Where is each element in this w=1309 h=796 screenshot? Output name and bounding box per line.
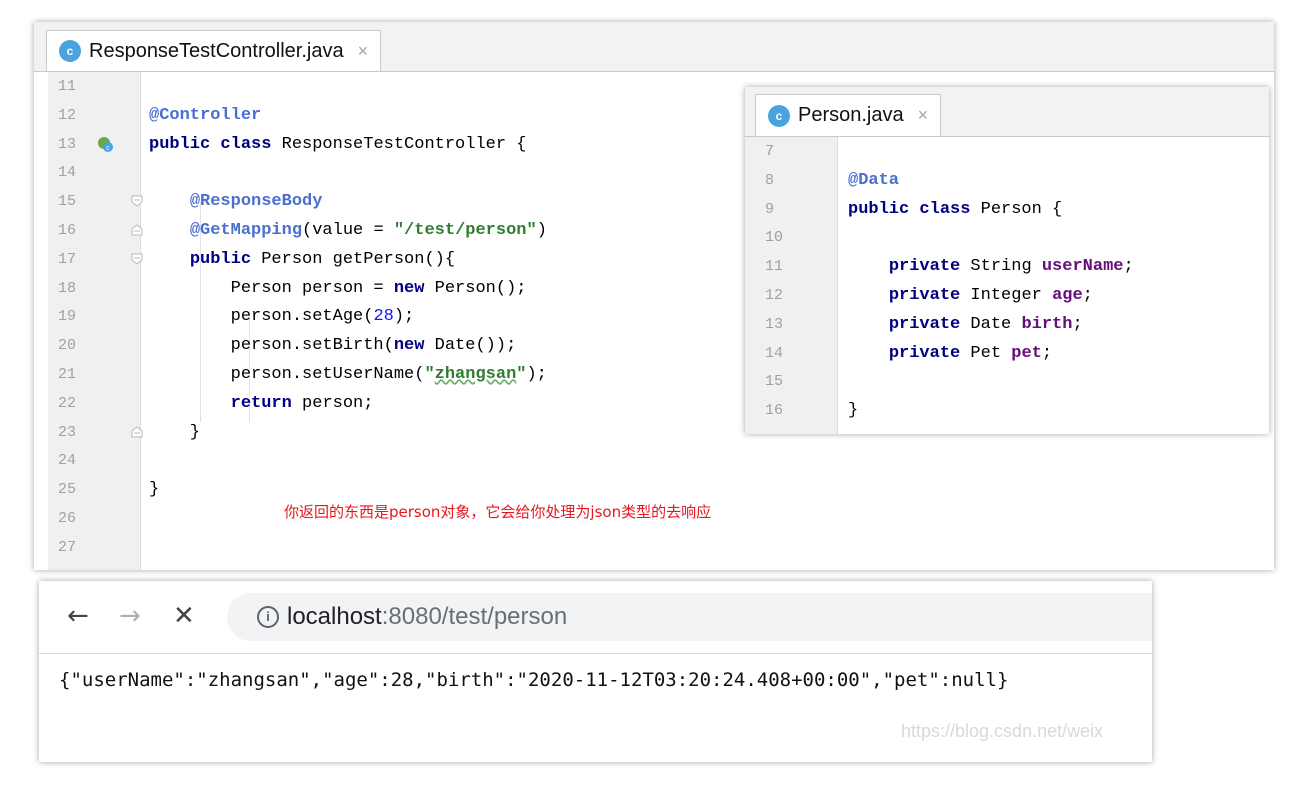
url-port-path: :8080/test/person: [381, 603, 568, 630]
browser-window: ← → ✕ i localhost:8080/test/person {"use…: [39, 581, 1152, 762]
url-host: localhost: [287, 603, 382, 630]
line-number: 14: [58, 164, 77, 182]
code-text: public Person getPerson(){: [189, 249, 456, 269]
tab-person-java[interactable]: c Person.java ×: [755, 94, 942, 136]
line-number: 21: [58, 366, 77, 383]
fold-marker-icon[interactable]: [131, 195, 143, 207]
line-number: 16: [58, 222, 77, 239]
back-button[interactable]: ←: [67, 601, 89, 631]
forward-button[interactable]: →: [119, 601, 141, 631]
line-number: 23: [58, 423, 77, 441]
code-text: private String userName;: [888, 257, 1134, 277]
class-c-icon: c: [59, 40, 81, 62]
code-text: private Date birth;: [888, 314, 1083, 334]
line-number: 15: [58, 193, 77, 211]
line-number: 25: [58, 481, 77, 499]
json-response-body: {"userName":"zhangsan","age":28,"birth":…: [59, 669, 1009, 691]
code-text: private Pet pet;: [888, 343, 1053, 363]
info-icon[interactable]: i: [257, 606, 279, 628]
editor-tabbar: c Person.java ×: [745, 87, 1269, 137]
svg-text:c: c: [106, 145, 110, 152]
person-editor-window: c Person.java × 7 8 @Data 9 public class Per…: [745, 87, 1269, 434]
code-line[interactable]: 12 private Integer age;: [745, 281, 1269, 310]
line-number: 16: [765, 402, 784, 420]
code-line[interactable]: 10: [745, 223, 1269, 252]
code-text: Person person = new Person();: [149, 278, 527, 298]
editor-tabbar: c ResponseTestController.java ×: [34, 22, 1274, 72]
line-number: 11: [765, 258, 784, 276]
line-number: 15: [765, 373, 784, 391]
line-number: 22: [58, 394, 77, 412]
line-number: 12: [58, 106, 77, 124]
browser-toolbar: ← → ✕ i localhost:8080/test/person: [39, 581, 1152, 654]
line-number: 12: [765, 287, 784, 304]
line-number: 9: [765, 200, 775, 218]
code-text: @ResponseBody: [189, 192, 323, 212]
code-text: @GetMapping(value = "/test/person"): [189, 221, 547, 240]
tab-label: Person.java: [798, 104, 904, 126]
fold-marker-icon[interactable]: [131, 253, 143, 265]
url-text[interactable]: localhost:8080/test/person: [287, 603, 567, 631]
class-c-icon: c: [768, 104, 790, 127]
code-line[interactable]: 24: [34, 446, 1274, 475]
code-text: person.setAge(28);: [149, 307, 415, 327]
stop-button[interactable]: ✕: [173, 601, 195, 631]
code-line[interactable]: 13 private Date birth;: [745, 310, 1269, 339]
code-editor[interactable]: 7 8 @Data 9 public class Person { 10 11 privat…: [745, 137, 1269, 434]
line-number: 13: [58, 135, 77, 153]
code-line[interactable]: 9 public class Person {: [745, 195, 1269, 224]
line-number: 19: [58, 308, 77, 326]
watermark: https://blog.csdn.net/weix: [901, 721, 1104, 741]
code-text: return person;: [230, 393, 374, 413]
line-number: 13: [765, 315, 784, 333]
line-number: 20: [58, 337, 77, 355]
line-number: 18: [58, 279, 77, 297]
code-line[interactable]: 25}: [34, 475, 1274, 504]
red-annotation-note: 你返回的东西是person对象，它会给你处理为json类型的去响应: [284, 503, 712, 521]
fold-marker-icon[interactable]: [131, 224, 143, 236]
code-text: person.setUserName("zhangsan");: [149, 365, 547, 384]
code-line[interactable]: 14 private Pet pet;: [745, 339, 1269, 368]
line-number: 14: [765, 344, 784, 362]
close-icon[interactable]: ×: [358, 41, 369, 62]
line-number: 8: [765, 171, 775, 189]
close-icon[interactable]: ×: [918, 105, 929, 126]
code-text: public class Person {: [848, 199, 1063, 219]
spring-bean-icon[interactable]: c: [96, 135, 114, 153]
code-text: public class ResponseTestController {: [149, 134, 527, 154]
code-text: }: [149, 422, 201, 442]
tab-label: ResponseTestController.java: [89, 39, 344, 62]
code-line[interactable]: 16}: [745, 396, 1269, 425]
code-line[interactable]: 11 private String userName;: [745, 252, 1269, 281]
code-line[interactable]: 15: [745, 367, 1269, 396]
fold-marker-icon[interactable]: [131, 425, 143, 438]
code-text: person.setBirth(new Date());: [149, 336, 517, 356]
code-text: }: [848, 401, 859, 421]
code-text: @Data: [848, 170, 900, 190]
tab-response-test-controller[interactable]: c ResponseTestController.java ×: [46, 30, 382, 71]
code-line[interactable]: 7: [745, 137, 1269, 166]
line-number: 24: [58, 452, 77, 470]
address-bar[interactable]: i localhost:8080/test/person: [227, 593, 1152, 641]
code-text: }: [149, 480, 160, 500]
code-text: @Controller: [149, 105, 262, 125]
line-number: 27: [58, 538, 77, 556]
line-number: 26: [58, 510, 77, 527]
code-line[interactable]: 27: [34, 533, 1274, 562]
line-number: 17: [58, 250, 77, 268]
line-number: 7: [765, 143, 775, 160]
line-number: 11: [58, 78, 77, 95]
code-line[interactable]: 8 @Data: [745, 166, 1269, 195]
code-text: private Integer age;: [888, 286, 1093, 305]
line-number: 10: [765, 229, 784, 247]
